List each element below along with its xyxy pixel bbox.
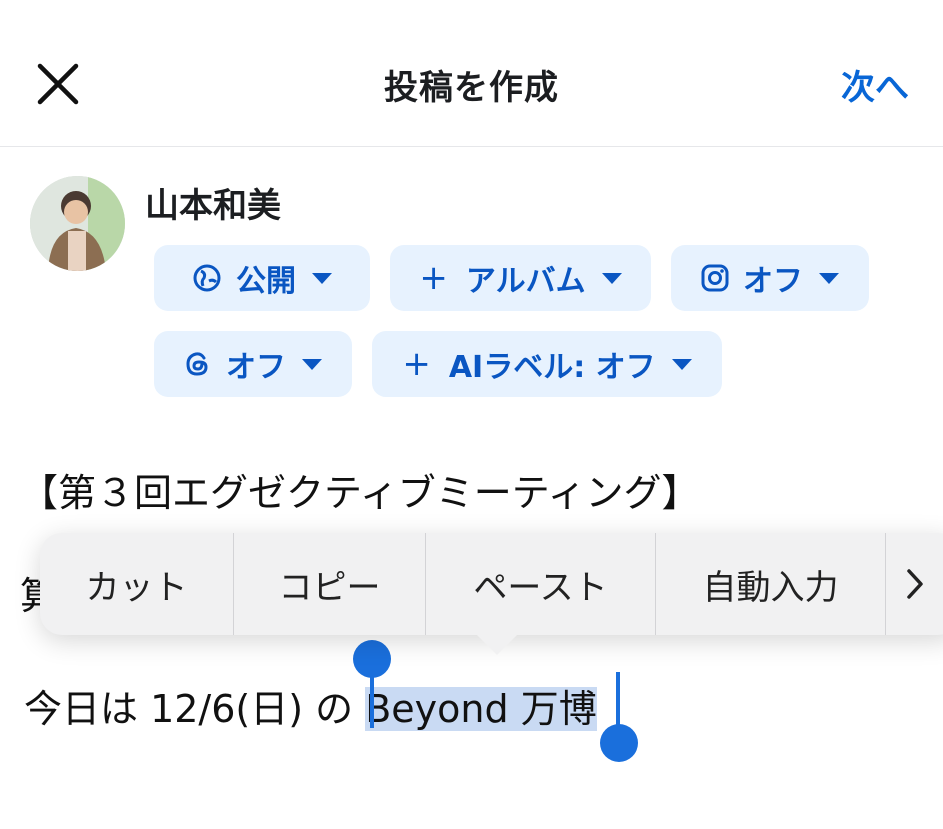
more-menu-button[interactable]: [886, 533, 943, 635]
ai-label-text: AIラベル: オフ: [448, 350, 656, 385]
post-text-line-3[interactable]: 今日は 12/6(日) の Beyond 万博: [24, 678, 597, 733]
cut-menu-item[interactable]: カット: [40, 533, 234, 635]
caret-down-icon: [671, 358, 692, 370]
album-chip[interactable]: + アルバム: [390, 245, 651, 311]
caret-down-icon: [312, 272, 332, 284]
album-label: アルバム: [465, 264, 586, 299]
instagram-label: オフ: [743, 264, 803, 299]
chevron-right-icon: [907, 569, 923, 599]
plus-icon: +: [419, 258, 448, 298]
top-bar: 投稿を作成 次へ: [0, 0, 943, 147]
privacy-chip[interactable]: 公開: [154, 245, 370, 311]
avatar: [30, 176, 125, 271]
copy-menu-item[interactable]: コピー: [234, 533, 426, 635]
selection-end-bar: [616, 672, 620, 730]
plus-icon: +: [402, 344, 431, 384]
threads-icon: [184, 350, 212, 378]
selection-end-handle[interactable]: [600, 724, 638, 762]
instagram-chip[interactable]: オフ: [671, 245, 869, 311]
page-title: 投稿を作成: [384, 68, 559, 108]
autofill-menu-item[interactable]: 自動入力: [656, 533, 886, 635]
ai-label-chip[interactable]: + AIラベル: オフ: [372, 331, 722, 397]
selected-text[interactable]: Beyond 万博: [365, 687, 597, 731]
user-name: 山本和美: [145, 186, 281, 226]
globe-icon: [192, 263, 222, 293]
edit-menu: カット コピー ペースト 自動入力: [40, 533, 943, 635]
instagram-icon: [701, 264, 729, 292]
paste-menu-item[interactable]: ペースト: [426, 533, 656, 635]
text-before-selection: 今日は 12/6(日) の: [24, 687, 366, 731]
privacy-label: 公開: [236, 264, 296, 299]
caret-down-icon: [819, 272, 839, 284]
next-button[interactable]: 次へ: [841, 60, 909, 109]
selection-start-bar: [370, 668, 374, 728]
caret-down-icon: [601, 272, 622, 284]
caret-down-icon: [302, 358, 322, 370]
edit-menu-pointer: [475, 633, 519, 655]
threads-chip[interactable]: オフ: [154, 331, 352, 397]
threads-label: オフ: [226, 350, 286, 385]
post-text-line-1[interactable]: 【第３回エグゼクティブミーティング】: [20, 462, 699, 517]
